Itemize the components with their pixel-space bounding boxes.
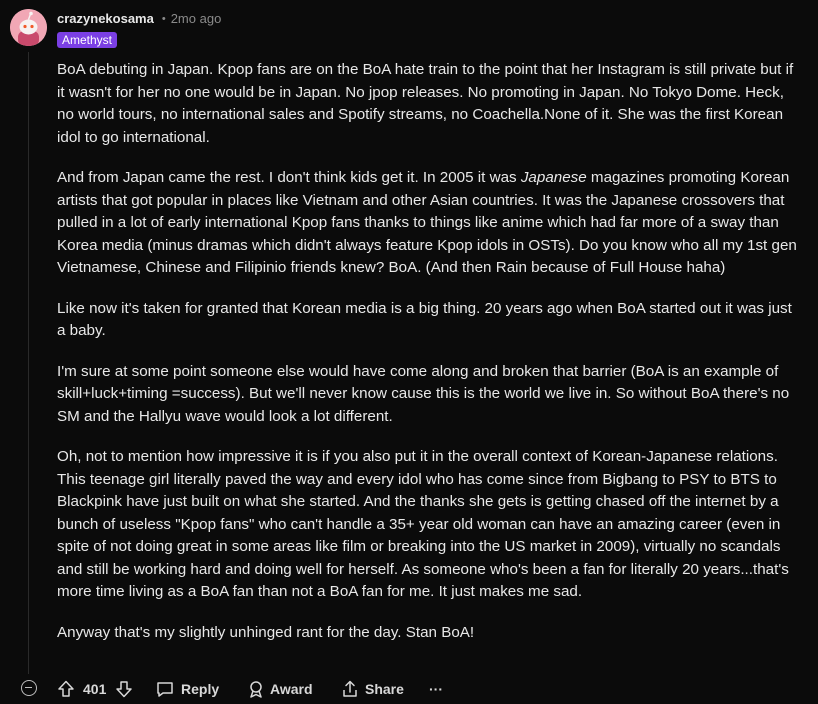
paragraph: Oh, not to mention how impressive it is …	[57, 448, 789, 600]
paragraph: I'm sure at some point someone else woul…	[57, 362, 790, 425]
avatar[interactable]	[10, 9, 47, 46]
downvote-icon[interactable]	[114, 679, 134, 699]
share-icon	[340, 679, 360, 699]
user-flair: Amethyst	[57, 32, 118, 48]
username[interactable]: crazynekosama	[57, 11, 154, 26]
vote-group: 401	[56, 677, 134, 701]
collapse-icon[interactable]	[21, 680, 37, 696]
comment-header: crazynekosama • 2mo ago	[57, 11, 221, 26]
paragraph-text: And from Japan came the rest. I don't th…	[57, 169, 521, 186]
reply-label: Reply	[181, 681, 220, 697]
award-label: Award	[270, 681, 313, 697]
upvote-icon[interactable]	[56, 679, 76, 699]
share-label: Share	[365, 681, 404, 697]
reply-icon	[155, 679, 175, 699]
action-bar: 401 Reply Award Share ···	[0, 677, 818, 701]
more-icon[interactable]: ···	[429, 677, 443, 701]
avatar-icon	[10, 9, 47, 46]
award-icon	[246, 679, 266, 699]
paragraph: And from Japan came the rest. I don't th…	[57, 167, 797, 280]
paragraph: Anyway that's my slightly unhinged rant …	[57, 623, 475, 641]
thread-line[interactable]	[28, 52, 29, 674]
reply-button[interactable]: Reply	[155, 677, 219, 701]
separator-dot: •	[161, 12, 166, 25]
emphasis-text: Japanese	[520, 169, 587, 186]
comment: crazynekosama • 2mo ago Amethyst BoA deb…	[0, 0, 818, 704]
award-button[interactable]: Award	[246, 677, 313, 701]
comment-body: BoA debuting in Japan. Kpop fans are on …	[57, 59, 797, 662]
vote-count: 401	[83, 681, 107, 697]
timestamp[interactable]: 2mo ago	[171, 11, 222, 26]
paragraph: BoA debuting in Japan. Kpop fans are on …	[57, 61, 794, 146]
share-button[interactable]: Share	[340, 677, 404, 701]
paragraph: Like now it's taken for granted that Kor…	[57, 299, 792, 340]
